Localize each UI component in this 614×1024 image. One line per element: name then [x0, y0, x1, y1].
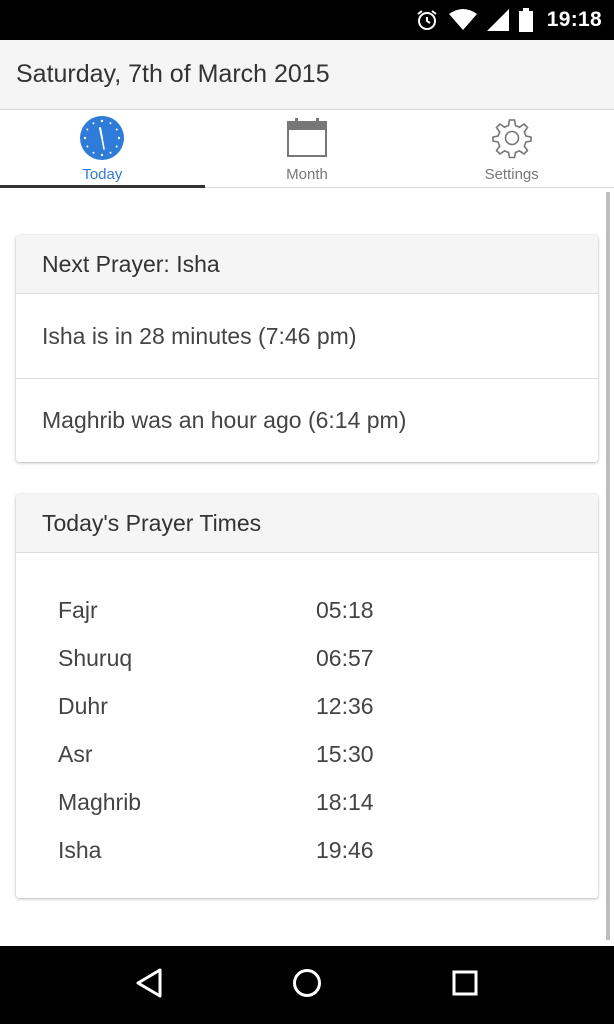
prayer-row-shuruq: Shuruq 06:57: [58, 634, 598, 682]
home-button[interactable]: [277, 955, 337, 1015]
prayer-row-maghrib: Maghrib 18:14: [58, 778, 598, 826]
prayer-time: 19:46: [316, 836, 374, 863]
cell-signal-icon: [486, 9, 509, 31]
prayer-row-duhr: Duhr 12:36: [58, 682, 598, 730]
back-button[interactable]: [119, 955, 179, 1015]
prayer-name: Fajr: [58, 596, 98, 623]
tab-label-today: Today: [82, 166, 123, 183]
battery-icon: [518, 8, 533, 32]
prayer-name: Shuruq: [58, 644, 133, 671]
recents-button[interactable]: [435, 955, 495, 1015]
next-prayer-card: Next Prayer: Isha Isha is in 28 minutes …: [16, 235, 598, 462]
prayer-name: Isha: [58, 836, 102, 863]
tab-settings[interactable]: Settings: [409, 110, 614, 187]
prayer-time: 18:14: [316, 788, 374, 815]
prayer-time: 15:30: [316, 740, 374, 767]
page-title: Saturday, 7th of March 2015: [16, 60, 330, 88]
next-prayer-title: Next Prayer: Isha: [16, 235, 598, 294]
prayer-times-list: Fajr 05:18 Shuruq 06:57 Duhr 12:36 Asr 1…: [16, 553, 598, 898]
system-nav-bar: [0, 946, 614, 1024]
home-icon: [291, 967, 323, 1004]
tab-today[interactable]: Today: [0, 110, 205, 188]
clock-icon: [80, 116, 125, 160]
back-icon: [134, 967, 164, 1004]
content-area[interactable]: Next Prayer: Isha Isha is in 28 minutes …: [0, 188, 614, 946]
wifi-icon: [448, 9, 477, 31]
previous-prayer-info: Maghrib was an hour ago (6:14 pm): [16, 378, 598, 462]
calendar-icon: [285, 116, 329, 160]
recents-icon: [451, 969, 479, 1002]
tab-bar: Today Month Settings: [0, 110, 614, 188]
prayer-row-fajr: Fajr 05:18: [58, 586, 598, 634]
tab-label-month: Month: [286, 166, 328, 183]
tab-month[interactable]: Month: [205, 110, 410, 187]
prayer-name: Asr: [58, 740, 93, 767]
status-bar: 19:18: [0, 0, 614, 40]
prayer-name: Maghrib: [58, 788, 142, 815]
alarm-icon: [415, 8, 439, 32]
prayer-time: 06:57: [316, 644, 374, 671]
app-header: Saturday, 7th of March 2015: [0, 40, 614, 110]
scrollbar[interactable]: [606, 192, 610, 940]
next-prayer-info: Isha is in 28 minutes (7:46 pm): [42, 322, 357, 349]
prayer-time: 05:18: [316, 596, 374, 623]
prayer-row-asr: Asr 15:30: [58, 730, 598, 778]
status-time: 19:18: [546, 8, 602, 31]
gear-icon: [490, 116, 534, 160]
prayer-name: Duhr: [58, 692, 108, 719]
tab-label-settings: Settings: [484, 166, 539, 183]
prayer-time: 12:36: [316, 692, 374, 719]
todays-prayer-times-card: Today's Prayer Times Fajr 05:18 Shuruq 0…: [16, 494, 598, 898]
prayer-row-isha: Isha 19:46: [58, 826, 598, 874]
todays-prayer-times-title: Today's Prayer Times: [16, 494, 598, 553]
